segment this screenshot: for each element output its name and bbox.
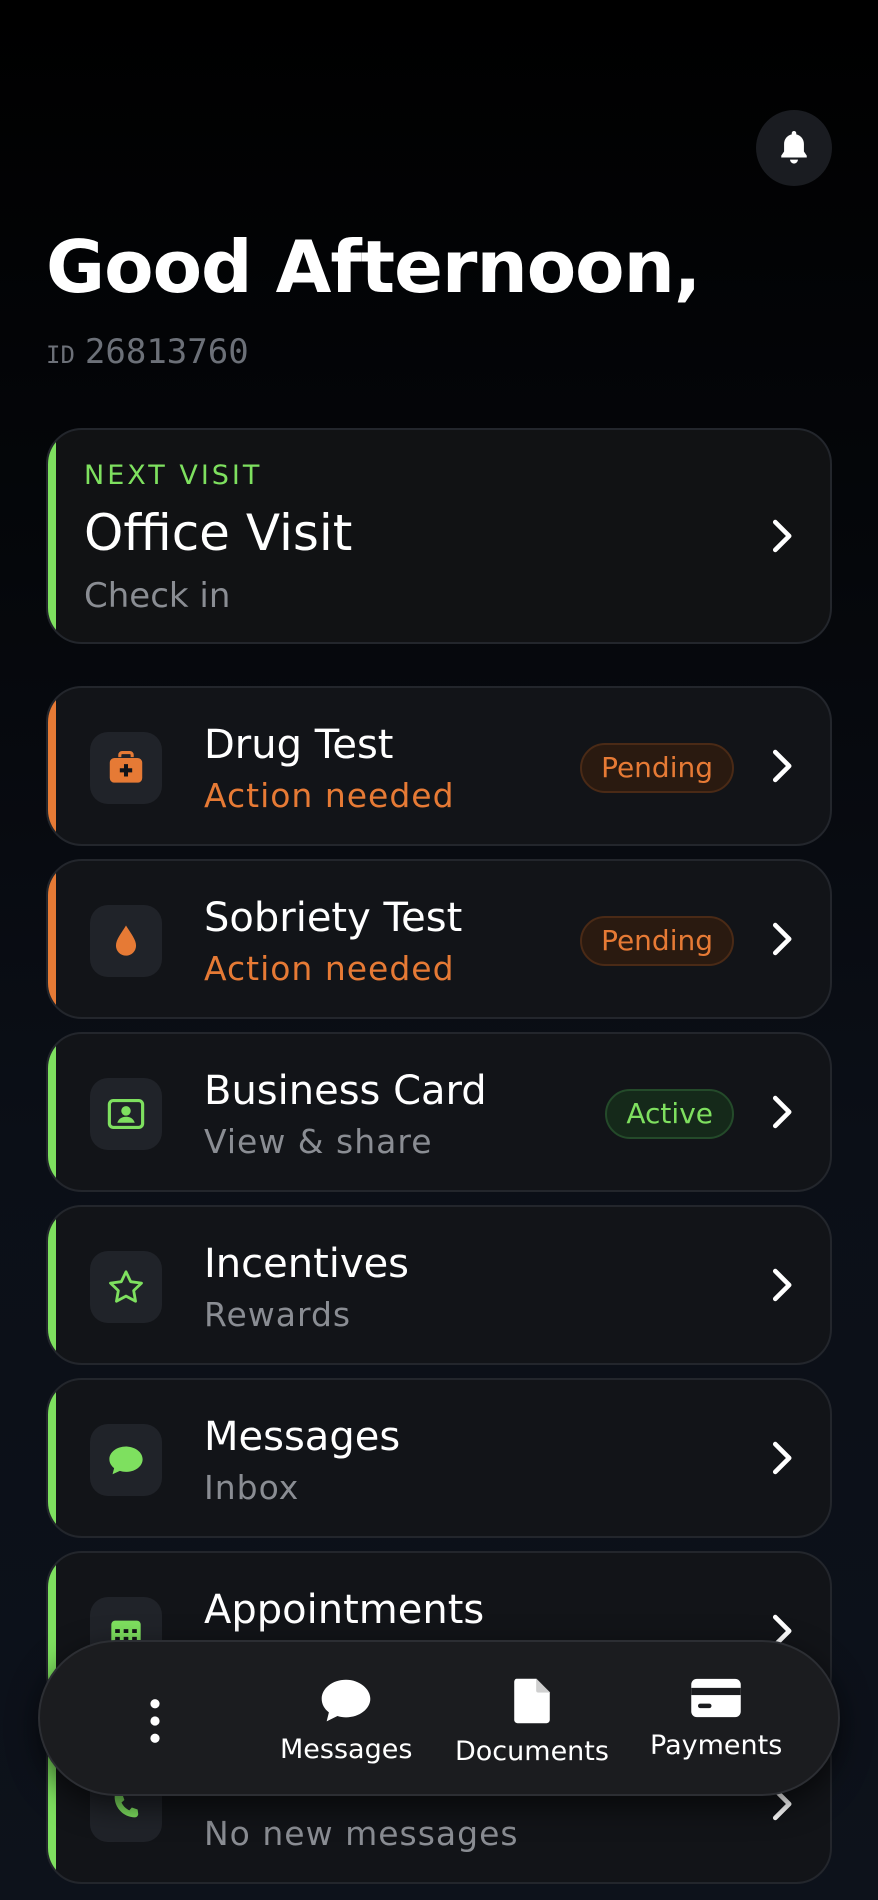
item-subtitle: Rewards bbox=[204, 1295, 352, 1334]
greeting-title: Good Afternoon, bbox=[46, 225, 701, 309]
item-title: Messages bbox=[204, 1414, 401, 1460]
chevron-right-icon bbox=[772, 749, 792, 783]
more-vertical-icon[interactable] bbox=[144, 1698, 166, 1744]
chat-icon bbox=[90, 1424, 162, 1496]
chevron-right-icon bbox=[772, 519, 792, 553]
messages-card[interactable]: Messages Inbox bbox=[46, 1378, 832, 1538]
star-icon bbox=[90, 1251, 162, 1323]
card-accent-bar bbox=[48, 1380, 56, 1536]
incentives-card[interactable]: Incentives Rewards bbox=[46, 1205, 832, 1365]
medical-kit-icon bbox=[90, 732, 162, 804]
status-badge: Active bbox=[605, 1089, 734, 1139]
notifications-button[interactable] bbox=[756, 110, 832, 186]
credit-card-icon bbox=[691, 1678, 741, 1718]
id-card-icon bbox=[90, 1078, 162, 1150]
drug-test-card[interactable]: Drug Test Action needed Pending bbox=[46, 686, 832, 846]
bell-icon bbox=[781, 131, 807, 164]
chevron-right-icon bbox=[772, 1441, 792, 1475]
nav-documents[interactable]: Documents bbox=[455, 1676, 609, 1767]
user-id-value: 26813760 bbox=[84, 332, 249, 372]
chevron-right-icon bbox=[772, 922, 792, 956]
chevron-right-icon bbox=[772, 1095, 792, 1129]
card-accent-bar bbox=[48, 1207, 56, 1363]
next-visit-subtitle: Check in bbox=[84, 576, 231, 616]
bottom-nav: Messages Documents Payments bbox=[38, 1640, 840, 1796]
card-accent-bar bbox=[48, 1034, 56, 1190]
nav-payments[interactable]: Payments bbox=[650, 1676, 782, 1761]
next-visit-title: Office Visit bbox=[84, 504, 353, 562]
item-title: Drug Test bbox=[204, 722, 394, 768]
document-icon bbox=[514, 1678, 550, 1724]
card-accent-bar bbox=[48, 861, 56, 1017]
card-accent-bar bbox=[48, 688, 56, 844]
sobriety-test-card[interactable]: Sobriety Test Action needed Pending bbox=[46, 859, 832, 1019]
item-title: Appointments bbox=[204, 1587, 485, 1633]
item-subtitle: No new messages bbox=[204, 1814, 519, 1853]
chat-bubble-icon bbox=[321, 1679, 371, 1722]
card-accent-bar bbox=[48, 430, 56, 642]
drop-icon bbox=[90, 905, 162, 977]
nav-payments-label: Payments bbox=[650, 1730, 783, 1761]
status-badge: Pending bbox=[580, 916, 734, 966]
nav-messages-label: Messages bbox=[280, 1734, 413, 1765]
status-badge: Pending bbox=[580, 743, 734, 793]
user-id: ID 26813760 bbox=[46, 332, 249, 372]
item-title: Business Card bbox=[204, 1068, 487, 1114]
item-subtitle: Inbox bbox=[204, 1468, 300, 1507]
chevron-right-icon bbox=[772, 1268, 792, 1302]
business-card-card[interactable]: Business Card View & share Active bbox=[46, 1032, 832, 1192]
next-visit-label: NEXT VISIT bbox=[84, 460, 263, 491]
nav-messages[interactable]: Messages bbox=[280, 1676, 412, 1765]
nav-documents-label: Documents bbox=[455, 1736, 609, 1767]
item-subtitle: Action needed bbox=[204, 776, 455, 815]
item-title: Sobriety Test bbox=[204, 895, 463, 941]
item-subtitle: Action needed bbox=[204, 949, 455, 988]
item-subtitle: View & share bbox=[204, 1122, 433, 1161]
item-title: Incentives bbox=[204, 1241, 410, 1287]
user-id-prefix: ID bbox=[46, 341, 75, 369]
next-visit-card[interactable]: NEXT VISIT Office Visit Check in bbox=[46, 428, 832, 644]
